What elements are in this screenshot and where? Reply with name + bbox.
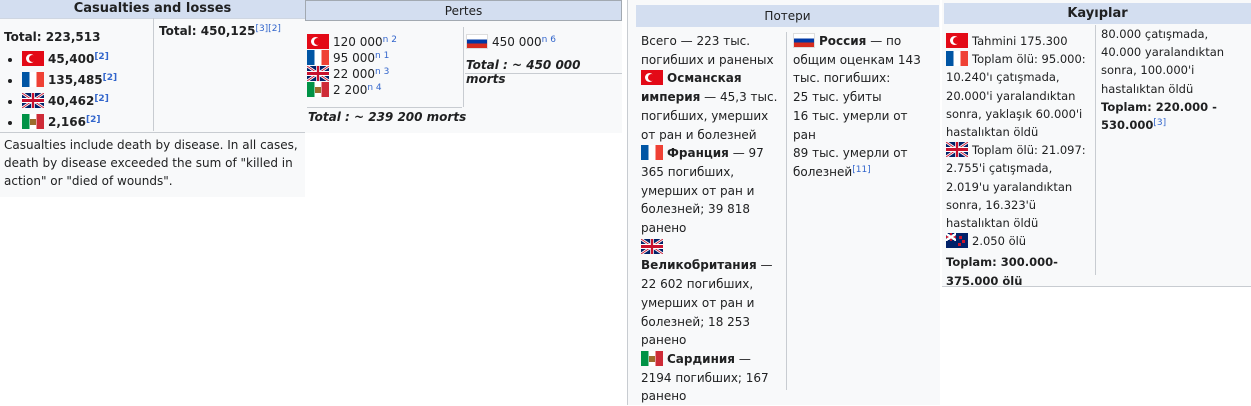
turkey-flag-icon (307, 34, 329, 49)
english-left-column: Total: 223,513 45,400[2] 135,485[2] 40,4… (4, 30, 152, 135)
turkish-left-column: Tahmini 175.300 Toplam ölü: 95.000: 10.2… (946, 32, 1094, 290)
citation-link[interactable]: [3][2] (255, 24, 281, 34)
english-note: Casualties include death by disease. In … (0, 132, 305, 190)
france-flag-icon (22, 72, 44, 87)
france-flag-icon (307, 50, 329, 65)
russia-entry: 80.000 çatışmada, 40.000 yaralandıktan s… (1101, 27, 1225, 96)
france-entry: Франция — 97 365 погибших, умерших от ра… (641, 145, 764, 236)
uk-entry: Toplam ölü: 21.097: 2.755'i çatışmada, 2… (946, 142, 1086, 231)
french-left-column: 120 000n 2 95 000n 1 22 000n 3 2 200n 4 (307, 34, 462, 98)
uk-flag-icon (22, 93, 44, 108)
russia-flag-icon (793, 33, 815, 48)
english-total-right: Total: 450,125[3][2] (159, 24, 281, 38)
citation-link[interactable]: [2] (94, 94, 109, 104)
note-link[interactable]: n 4 (367, 83, 381, 93)
sardinia-flag-icon (307, 82, 329, 97)
sardinia-flag-icon (22, 114, 44, 129)
list-item: 450 000n 6 (466, 27, 622, 49)
russian-casualties-box: Потери Всего — 223 тыс. погибших и ранен… (627, 0, 940, 405)
uk-entry: Великобритания — 22 602 погибших, умерши… (641, 238, 781, 350)
turkish-casualties-box: Kayıplar Tahmini 175.300 Toplam ölü: 95.… (942, 0, 1251, 290)
turkish-header: Kayıplar (944, 3, 1251, 24)
citation-link[interactable]: [2] (86, 115, 101, 125)
sardinia-entry: Сардиния — 2194 погибших; 167 ранено (641, 350, 769, 404)
uk-flag-icon (307, 66, 329, 81)
english-total-left: Total: 223,513 (4, 30, 101, 44)
sardinia-link[interactable]: Сардиния (667, 352, 735, 366)
turkey-flag-icon (641, 70, 663, 86)
nz-entry: 2.050 ölü (946, 232, 1094, 250)
allies-total: Всего — 223 тыс. погибших и раненых (641, 34, 774, 67)
english-allies-list: 45,400[2] 135,485[2] 40,462[2] 2,166[2] (4, 51, 152, 131)
new-zealand-flag-icon (946, 233, 968, 249)
note-link[interactable]: n 3 (375, 67, 389, 77)
russian-left-column: Всего — 223 тыс. погибших и раненых Осма… (641, 32, 781, 406)
russian-header: Потери (636, 5, 939, 27)
france-flag-icon (946, 51, 968, 67)
russia-entry: Россия — по общим оценкам 143 тыс. погиб… (793, 33, 921, 86)
french-header: Pertes (305, 0, 622, 21)
russia-died-of-disease: 89 тыс. умерли от болезней[11] (793, 146, 908, 179)
turkish-total-right: Toplam: 220.000 - 530.000[3] (1101, 99, 1217, 133)
list-item: 2 200n 4 (307, 82, 462, 98)
note-link[interactable]: n 2 (383, 35, 397, 45)
note-link[interactable]: n 6 (542, 35, 556, 45)
turkish-right-column: 80.000 çatışmada, 40.000 yaralandıktan s… (1095, 25, 1249, 275)
ottoman-entry: Османская империя — 45,3 тыс. погибших, … (641, 70, 778, 142)
english-header: Casualties and losses (0, 0, 305, 19)
russia-flag-icon (466, 34, 488, 49)
france-flag-icon (641, 145, 663, 161)
french-total-left: Total : ~ 239 200 morts (308, 110, 467, 124)
citation-link[interactable]: [2] (94, 52, 109, 62)
russia-died-of-wounds: 16 тыс. умерли от ран (793, 108, 908, 142)
english-right-column: Total: 450,125[3][2] (153, 18, 306, 131)
list-item: 45,400[2] (22, 51, 152, 68)
uk-link[interactable]: Великобритания (641, 258, 757, 272)
turkish-total-left: Toplam: 300.000-375.000 ölü (946, 255, 1058, 288)
turkey-flag-icon (946, 33, 968, 48)
france-entry: Toplam ölü: 95.000: 10.240'ı çatışmada, … (946, 51, 1086, 140)
french-total-right: Total : ~ 450 000 morts (466, 58, 581, 86)
ottoman-entry: Tahmini 175.300 (946, 32, 1094, 50)
sardinia-flag-icon (641, 350, 663, 366)
russia-link[interactable]: Россия (819, 34, 866, 48)
list-item: 2,166[2] (22, 114, 152, 131)
english-casualties-box: Casualties and losses Total: 223,513 45,… (0, 0, 305, 197)
turkey-flag-icon (22, 51, 44, 66)
list-item: 95 000n 1 (307, 50, 462, 66)
france-link[interactable]: Франция (667, 146, 729, 160)
citation-link[interactable]: [11] (852, 165, 870, 175)
list-item: 120 000n 2 (307, 34, 462, 50)
citation-link[interactable]: [2] (103, 73, 118, 83)
list-item: 40,462[2] (22, 93, 152, 110)
french-casualties-box: Pertes 120 000n 2 95 000n 1 22 000n 3 2 … (305, 0, 622, 133)
citation-link[interactable]: [3] (1153, 118, 1166, 128)
divider (307, 107, 462, 108)
uk-flag-icon (641, 238, 663, 254)
uk-flag-icon (946, 142, 968, 158)
russian-right-column: Россия — по общим оценкам 143 тыс. погиб… (786, 32, 931, 390)
list-item: 22 000n 3 (307, 66, 462, 82)
note-link[interactable]: n 1 (375, 51, 389, 61)
russia-killed: 25 тыс. убиты (793, 90, 882, 105)
list-item: 135,485[2] (22, 72, 152, 89)
